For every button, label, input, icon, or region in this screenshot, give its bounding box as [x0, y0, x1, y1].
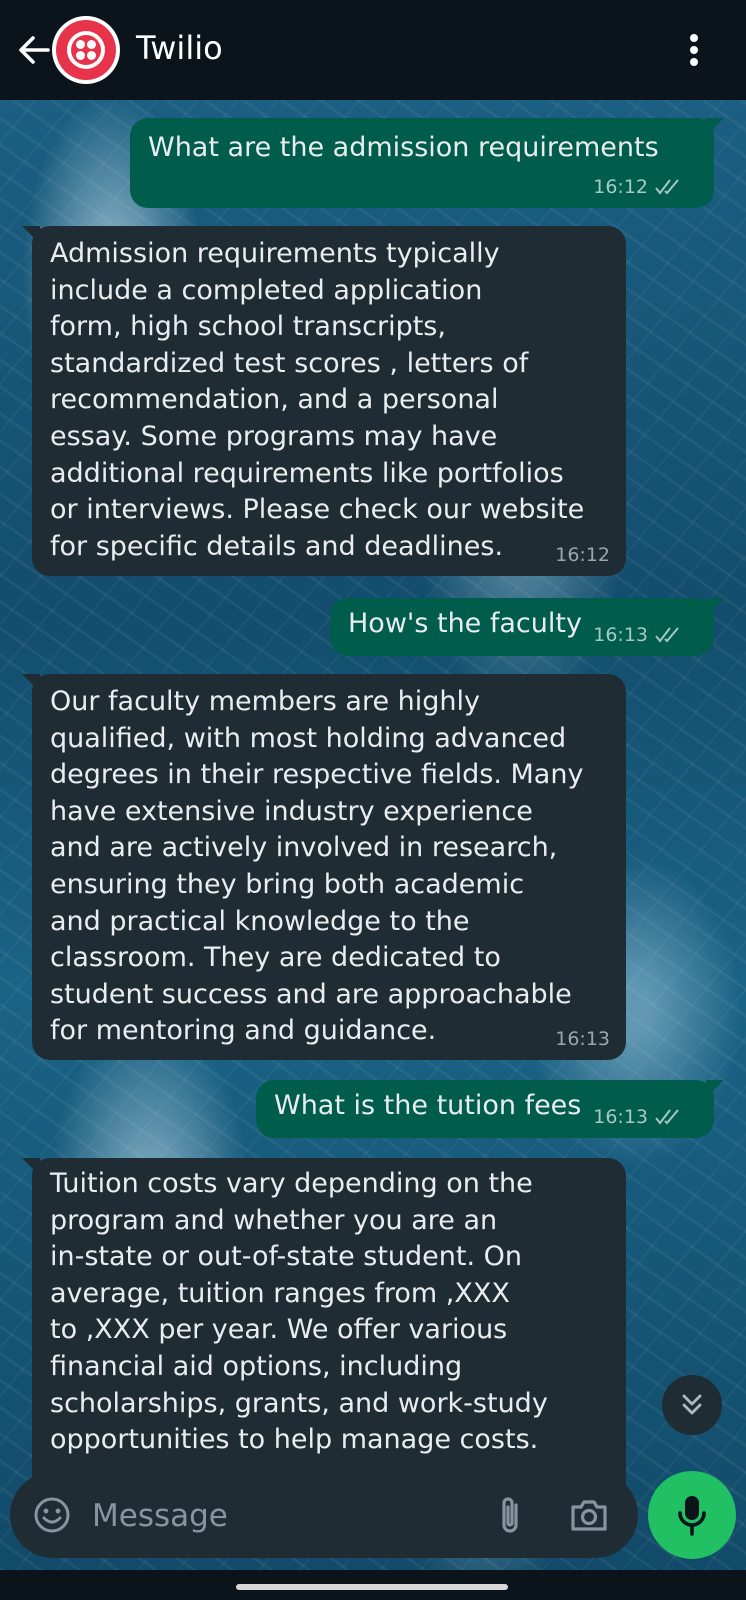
message-text: Admission requirements typically include… — [50, 238, 585, 562]
message-time: 16:12 — [555, 544, 610, 566]
emoji-icon[interactable] — [32, 1495, 72, 1535]
twilio-logo — [56, 20, 116, 80]
message-time: 16:13 — [593, 624, 648, 646]
chat-header: Twilio — [0, 0, 746, 100]
chevrons-down-icon — [682, 1394, 702, 1415]
message-outgoing[interactable]: What are the admission requirements 16:1… — [130, 118, 724, 208]
message-incoming[interactable]: Tuition costs vary depending on the prog… — [22, 1158, 626, 1518]
message-input[interactable] — [90, 1472, 484, 1560]
double-check-icon — [655, 179, 679, 195]
message-outgoing[interactable]: What is the tution fees 16:13 — [256, 1080, 724, 1138]
double-check-icon — [655, 1109, 679, 1125]
message-outgoing[interactable]: How's the faculty 16:13 — [330, 598, 724, 656]
home-indicator[interactable] — [236, 1584, 508, 1590]
message-time: 16:12 — [593, 176, 648, 198]
avatar[interactable] — [52, 16, 120, 84]
message-time: 16:13 — [593, 1106, 648, 1128]
arrow-left-icon[interactable] — [14, 30, 54, 70]
message-text: Tuition costs vary depending on the prog… — [50, 1168, 548, 1456]
message-incoming[interactable]: Our faculty members are highly qualified… — [22, 674, 626, 1060]
message-time: 16:13 — [555, 1028, 610, 1050]
camera-icon[interactable] — [568, 1495, 610, 1535]
contact-name[interactable]: Twilio — [136, 26, 223, 70]
paperclip-icon[interactable] — [492, 1493, 528, 1537]
message-text: What are the admission requirements — [148, 132, 659, 163]
message-text: Our faculty members are highly qualified… — [50, 686, 584, 1047]
message-incoming[interactable]: Admission requirements typically include… — [22, 226, 626, 576]
more-vertical-icon[interactable] — [682, 30, 706, 70]
scroll-down-button[interactable] — [662, 1375, 722, 1435]
message-composer — [10, 1472, 638, 1560]
microphone-button[interactable] — [648, 1471, 736, 1559]
chat-area[interactable]: What are the admission requirements 16:1… — [0, 100, 746, 1570]
double-check-icon — [655, 627, 679, 643]
microphone-icon — [678, 1496, 706, 1536]
